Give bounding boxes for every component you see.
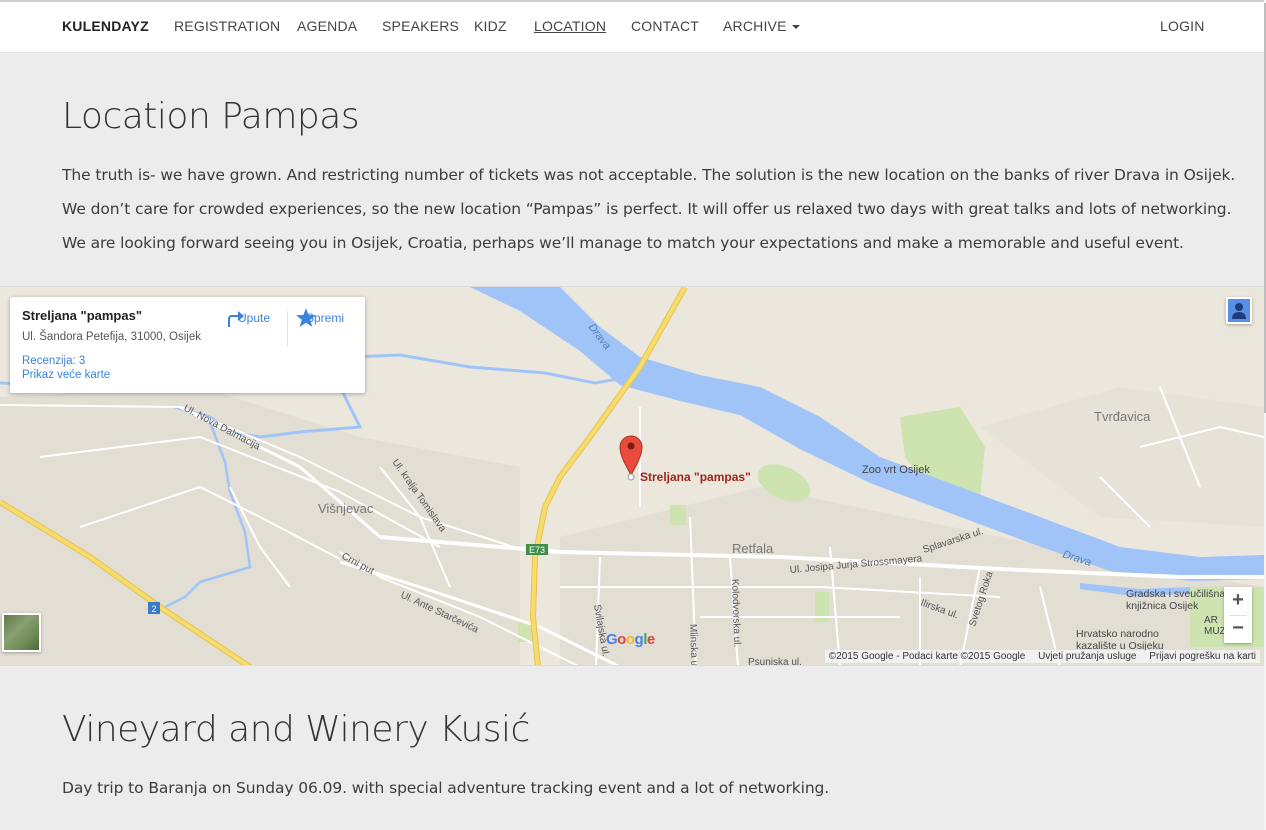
street-view-button[interactable]: [1226, 297, 1252, 324]
place-name: Streljana "pampas": [22, 308, 142, 323]
location-paragraph-3: We are looking forward seeing you in Osi…: [62, 234, 1184, 252]
winery-title: Vineyard and Winery Kusić: [62, 709, 530, 750]
nav-speakers[interactable]: SPEAKERS: [382, 18, 459, 34]
location-title: Location Pampas: [62, 96, 360, 137]
nav-kidz[interactable]: KIDZ: [474, 18, 507, 34]
embedded-map[interactable]: E73 2 Streljana "pampas" Drava Drava Tvr…: [0, 286, 1264, 666]
nav-login[interactable]: LOGIN: [1160, 18, 1205, 34]
actions-divider: [287, 311, 288, 347]
shield-2-label: 2: [151, 604, 156, 614]
label-retfala: Retfala: [732, 541, 774, 556]
directions-icon: [228, 311, 244, 327]
place-info-card: Streljana "pampas" Ul. Šandora Petefija,…: [10, 297, 365, 393]
label-psunjska: Psunjska ul.: [748, 657, 802, 666]
label-muz: MUZ: [1204, 626, 1226, 637]
nav-archive-label: ARCHIVE: [723, 18, 787, 34]
marker-label: Streljana "pampas": [640, 470, 751, 484]
google-logo: Google: [606, 631, 655, 648]
person-icon: [1228, 299, 1250, 322]
nav-contact[interactable]: CONTACT: [631, 18, 699, 34]
top-navbar: KULENDAYZ REGISTRATION AGENDA SPEAKERS K…: [0, 0, 1264, 53]
label-mlinska: Mlinska ul.: [687, 624, 700, 666]
label-visnjevac: Višnjevac: [318, 501, 374, 516]
shield-e73-label: E73: [529, 545, 545, 555]
label-knjiznica-line-2: knjižnica Osijek: [1126, 600, 1199, 612]
label-zoo: Zoo vrt Osijek: [862, 464, 930, 476]
place-address: Ul. Šandora Petefija, 31000, Osijek: [22, 331, 201, 343]
nav-registration[interactable]: REGISTRATION: [174, 18, 280, 34]
map-terms-link[interactable]: Uvjeti pružanja usluge: [1038, 651, 1136, 662]
label-tvrdavica: Tvrđavica: [1094, 409, 1151, 424]
park-small-1: [670, 505, 686, 525]
reviews-link[interactable]: Recenzija: 3: [22, 355, 85, 367]
map-marker-pin[interactable]: [619, 435, 643, 481]
location-paragraph-2: We don’t care for crowded experiences, s…: [62, 200, 1232, 218]
nav-location[interactable]: LOCATION: [534, 18, 606, 34]
label-knjiznica-line-1: Gradska i sveučilišna: [1126, 588, 1225, 600]
save-button[interactable]: Spremi: [295, 307, 355, 327]
zoom-in-button[interactable]: +: [1224, 587, 1252, 615]
urban-area-tvrdavica: [980, 387, 1264, 527]
caret-down-icon: [791, 25, 800, 30]
zoom-controls: + −: [1224, 587, 1252, 643]
brand-logo[interactable]: KULENDAYZ: [62, 18, 149, 34]
directions-button[interactable]: Upute: [224, 307, 284, 327]
nav-agenda[interactable]: AGENDA: [297, 18, 357, 34]
zoom-out-button[interactable]: −: [1224, 615, 1252, 643]
map-report-link[interactable]: Prijavi pogrešku na karti: [1149, 651, 1256, 662]
nav-archive-dropdown[interactable]: ARCHIVE: [723, 18, 800, 34]
star-icon: [296, 308, 316, 327]
map-copyright: ©2015 Google - Podaci karte ©2015 Google: [828, 651, 1026, 662]
winery-paragraph: Day trip to Baranja on Sunday 06.09. wit…: [62, 779, 830, 797]
stream-north: [340, 353, 631, 385]
satellite-toggle[interactable]: [2, 613, 41, 652]
label-ar: AR: [1204, 615, 1218, 626]
map-attribution: ©2015 Google - Podaci karte ©2015 Google…: [824, 650, 1260, 663]
location-paragraph-1: The truth is- we have grown. And restric…: [62, 166, 1236, 184]
larger-map-link[interactable]: Prikaz veće karte: [22, 369, 110, 381]
label-kazaliste-line-1: Hrvatsko narodno: [1076, 628, 1159, 640]
